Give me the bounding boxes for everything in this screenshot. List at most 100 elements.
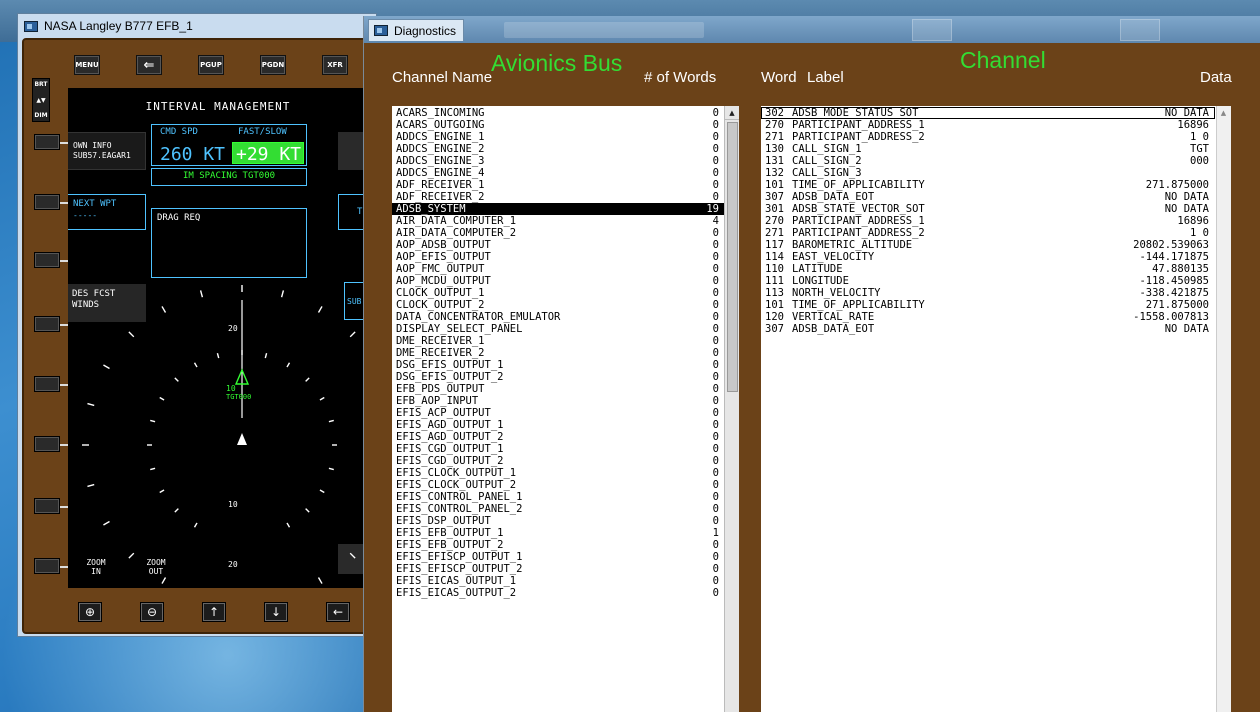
channel-list[interactable]: ACARS_INCOMING 0 ACARS_OUTGOING 0 ADDCS_ENGI… [392,106,739,712]
word-data: 47.880135 [1152,263,1209,275]
channel-row[interactable]: EFIS_EFB_OUTPUT_2 0 [392,539,739,551]
channel-row[interactable]: AIR_DATA_COMPUTER_2 0 [392,227,739,239]
channel-row[interactable]: ADDCS_ENGINE_3 0 [392,155,739,167]
word-row[interactable]: 101 TIME_OF_APPLICABILITY 271.875000 [761,299,1215,311]
efb-bottom-button-row: ⊕ ⊖ ↑ ↓ ← [64,602,364,626]
line-select-key-6[interactable] [34,436,69,452]
background-tab-blurred[interactable] [504,22,704,38]
line-select-key-8[interactable] [34,558,69,574]
channel-row[interactable]: EFB_PDS_OUTPUT 0 [392,383,739,395]
page-down-button[interactable]: PGDN [260,55,286,75]
zoom-out-button[interactable]: ⊖ [140,602,164,622]
word-row[interactable]: 301 ADSB_STATE_VECTOR_SOT NO DATA [761,203,1215,215]
channel-row[interactable]: EFIS_EFISCP_OUTPUT_1 0 [392,551,739,563]
channel-row[interactable]: AOP_ADSB_OUTPUT 0 [392,239,739,251]
channel-row[interactable]: EFIS_DSP_OUTPUT 0 [392,515,739,527]
channel-row[interactable]: EFIS_CONTROL_PANEL_1 0 [392,491,739,503]
line-select-key-4[interactable] [34,316,69,332]
scroll-up-arrow-icon[interactable]: ▲ [725,106,739,120]
efb-window-titlebar[interactable]: NASA Langley B777 EFB_1 [18,14,376,38]
channel-row[interactable]: AOP_EFIS_OUTPUT 0 [392,251,739,263]
word-row[interactable]: 120 VERTICAL_RATE -1558.007813 [761,311,1215,323]
xfr-button[interactable]: XFR [322,55,348,75]
diagnostics-titlebar[interactable]: Diagnostics [364,16,1260,43]
word-row[interactable]: 131 CALL_SIGN_2 000 [761,155,1215,167]
word-row[interactable]: 114 EAST_VELOCITY -144.171875 [761,251,1215,263]
word-row[interactable]: 117 BAROMETRIC_ALTITUDE 20802.539063 [761,239,1215,251]
channel-name: ADDCS_ENGINE_3 [396,155,485,167]
back-arrow-button[interactable]: ⇐ [136,55,162,75]
channel-row[interactable]: EFIS_EICAS_OUTPUT_2 0 [392,587,739,599]
scroll-left-button[interactable]: ← [326,602,350,622]
scrollbar-thumb[interactable] [727,122,738,392]
word-row[interactable]: 270 PARTICIPANT_ADDRESS_1 16896 [761,215,1215,227]
background-window-thumb-2[interactable] [1120,19,1160,41]
word-row[interactable]: 307 ADSB_DATA_EOT NO DATA [761,323,1215,335]
channel-row[interactable]: AOP_FMC_OUTPUT 0 [392,263,739,275]
background-window-thumb-1[interactable] [912,19,952,41]
channel-row[interactable]: EFB_AOP_INPUT 0 [392,395,739,407]
brightness-control[interactable]: BRT ▲▼ DIM [32,78,50,122]
channel-row[interactable]: EFIS_AGD_OUTPUT_2 0 [392,431,739,443]
channel-row[interactable]: EFIS_CONTROL_PANEL_2 0 [392,503,739,515]
word-row[interactable]: 113 NORTH_VELOCITY -338.421875 [761,287,1215,299]
channel-row[interactable]: DME_RECEIVER_2 0 [392,347,739,359]
diagnostics-window[interactable]: Diagnostics Avionics Bus Channel Channel… [363,16,1260,712]
channel-row[interactable]: AIR_DATA_COMPUTER_1 4 [392,215,739,227]
line-select-key-3[interactable] [34,252,69,268]
channel-row[interactable]: AOP_MCDU_OUTPUT 0 [392,275,739,287]
word-table-scrollbar[interactable]: ▲ [1216,106,1231,712]
channel-row[interactable]: EFIS_EICAS_OUTPUT_1 0 [392,575,739,587]
scroll-up-button[interactable]: ↑ [202,602,226,622]
channel-row[interactable]: CLOCK_OUTPUT_2 0 [392,299,739,311]
word-row[interactable]: 270 PARTICIPANT_ADDRESS_1 16896 [761,119,1215,131]
scroll-down-button[interactable]: ↓ [264,602,288,622]
word-row[interactable]: 130 CALL_SIGN_1 TGT [761,143,1215,155]
menu-button[interactable]: MENU [74,55,100,75]
diagnostics-tab[interactable]: Diagnostics [368,19,464,41]
channel-row[interactable]: DATA_CONCENTRATOR_EMULATOR 0 [392,311,739,323]
channel-row[interactable]: EFIS_CGD_OUTPUT_2 0 [392,455,739,467]
channel-row[interactable]: ACARS_OUTGOING 0 [392,119,739,131]
channel-row[interactable]: EFIS_ACP_OUTPUT 0 [392,407,739,419]
line-select-key-7[interactable] [34,498,69,514]
channel-row[interactable]: EFIS_AGD_OUTPUT_1 0 [392,419,739,431]
channel-row[interactable]: EFIS_CGD_OUTPUT_1 0 [392,443,739,455]
channel-row[interactable]: EFIS_EFB_OUTPUT_1 1 [392,527,739,539]
word-row[interactable]: 111 LONGITUDE -118.450985 [761,275,1215,287]
compass-tick [150,419,156,423]
channel-row[interactable]: ADDCS_ENGINE_4 0 [392,167,739,179]
word-row[interactable]: 271 PARTICIPANT_ADDRESS_2 1 0 [761,227,1215,239]
channel-row[interactable]: ADF_RECEIVER_2 0 [392,191,739,203]
word-row[interactable]: 307 ADSB_DATA_EOT NO DATA [761,191,1215,203]
channel-row[interactable]: ADDCS_ENGINE_2 0 [392,143,739,155]
channel-row[interactable]: EFIS_CLOCK_OUTPUT_1 0 [392,467,739,479]
channel-row[interactable]: ADDCS_ENGINE_1 0 [392,131,739,143]
channel-row[interactable]: ADF_RECEIVER_1 0 [392,179,739,191]
line-select-key-1[interactable] [34,134,69,150]
channel-word-table[interactable]: 302 ADSB_MODE_STATUS_SOT NO DATA 270 PARTICI… [761,106,1231,712]
channel-row[interactable]: DSG_EFIS_OUTPUT_1 0 [392,359,739,371]
word-number: 113 [765,287,784,299]
line-select-key-2[interactable] [34,194,69,210]
page-up-button[interactable]: PGUP [198,55,224,75]
word-row[interactable]: 110 LATITUDE 47.880135 [761,263,1215,275]
word-row[interactable]: 132 CALL_SIGN_3 [761,167,1215,179]
line-select-key-5[interactable] [34,376,69,392]
zoom-in-button[interactable]: ⊕ [78,602,102,622]
channel-row[interactable]: EFIS_CLOCK_OUTPUT_2 0 [392,479,739,491]
word-row[interactable]: 302 ADSB_MODE_STATUS_SOT NO DATA [761,107,1215,119]
word-row[interactable]: 271 PARTICIPANT_ADDRESS_2 1 0 [761,131,1215,143]
channel-row[interactable]: DME_RECEIVER_1 0 [392,335,739,347]
channel-row[interactable]: DSG_EFIS_OUTPUT_2 0 [392,371,739,383]
channel-row[interactable]: EFIS_EFISCP_OUTPUT_2 0 [392,563,739,575]
channel-word-count: 0 [712,443,719,455]
channel-row[interactable]: ADSB_SYSTEM 19 [392,203,739,215]
efb-window[interactable]: NASA Langley B777 EFB_1 MENU ⇐ PGUP PGDN… [17,13,377,637]
channel-row[interactable]: CLOCK_OUTPUT_1 0 [392,287,739,299]
channel-list-scrollbar[interactable]: ▲ [724,106,739,712]
word-row[interactable]: 101 TIME_OF_APPLICABILITY 271.875000 [761,179,1215,191]
channel-row[interactable]: DISPLAY_SELECT_PANEL 0 [392,323,739,335]
channel-row[interactable]: ACARS_INCOMING 0 [392,107,739,119]
scroll-up-arrow-icon[interactable]: ▲ [1216,106,1231,120]
